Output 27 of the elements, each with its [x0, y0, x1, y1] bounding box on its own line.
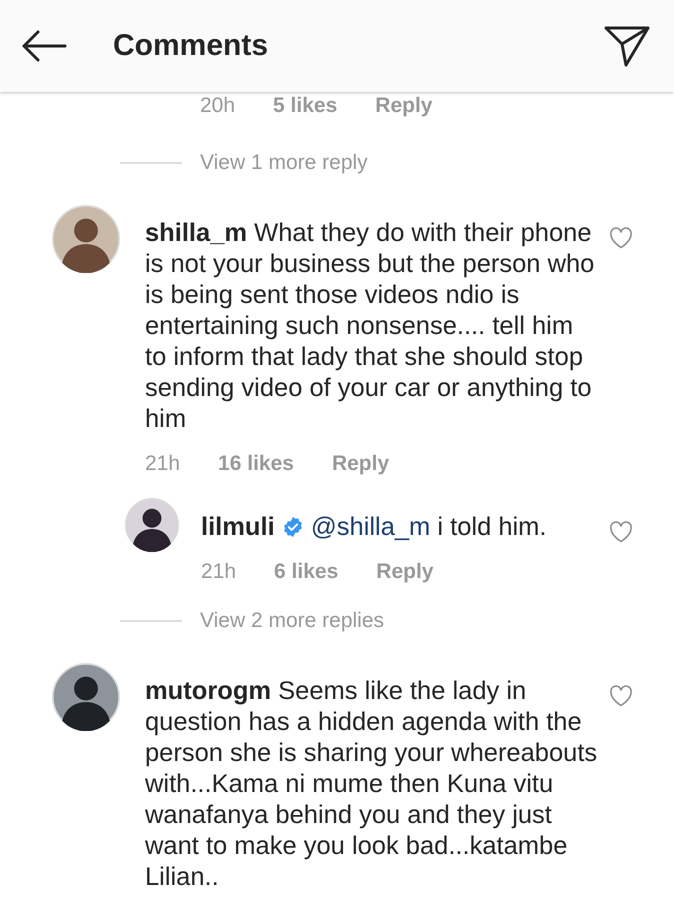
username-link[interactable]: lilmuli [201, 513, 275, 541]
view-replies-link[interactable]: View 2 more replies [200, 609, 384, 633]
heart-icon[interactable] [609, 685, 633, 707]
heart-icon[interactable] [609, 227, 633, 249]
comment-text: shilla_m What they do with their phone is not your business but the person who is being sent those videos ndio is entertaining such nonsense.... tell him to inform that lady that she should stop sending video of your car or anything to him [145, 218, 596, 435]
likes-count[interactable]: 5 likes [273, 94, 338, 118]
avatar[interactable] [125, 498, 179, 552]
reply-link[interactable]: Reply [376, 560, 434, 584]
reply-link[interactable]: Reply [375, 94, 432, 118]
comment-text: lilmuli @shilla_m i told him. [201, 512, 548, 543]
likes-count[interactable]: 16 likes [218, 452, 294, 476]
heart-icon[interactable] [609, 521, 633, 543]
mention-link[interactable]: @shilla_m [310, 513, 430, 541]
likes-count[interactable]: 6 likes [274, 560, 338, 584]
username-link[interactable]: shilla_m [145, 219, 248, 247]
send-icon[interactable] [604, 25, 650, 67]
timestamp: 21h [145, 452, 180, 476]
back-arrow-icon[interactable] [21, 30, 67, 62]
reply-link[interactable]: Reply [332, 452, 390, 476]
timestamp: 21h [201, 560, 236, 584]
username-link[interactable]: mutorogm [145, 677, 272, 705]
comment-text: mutorogm Seems like the lady in question has a hidden agenda with the person she is sharing your whereabouts with...Kama ni mume then Kuna vitu wanafanya behind you and they just want to make you look bad...katambe Lilian.. [145, 676, 598, 893]
avatar[interactable] [52, 205, 120, 273]
timestamp: 20h [200, 94, 236, 118]
page-title: Comments [113, 29, 270, 63]
avatar[interactable] [52, 663, 120, 731]
view-replies-link[interactable]: View 1 more reply [200, 151, 368, 175]
